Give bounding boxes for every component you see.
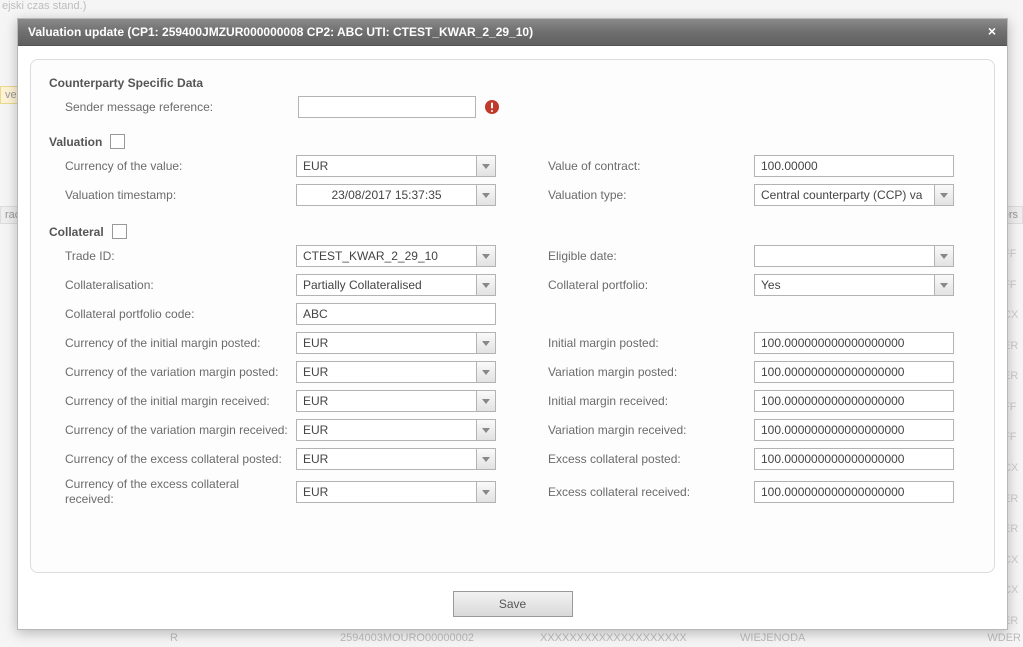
chevron-down-icon[interactable] [476, 419, 496, 441]
bg-cell: WDER [987, 632, 1021, 644]
bg-cell: WIEJENODA [740, 632, 805, 644]
label-excess-coll-recv: Excess collateral received: [538, 485, 748, 499]
value-contract-input[interactable] [754, 155, 954, 177]
cur-excess-coll-posted-input[interactable] [296, 448, 476, 470]
bg-cell: 2594003MOURO00000002 [340, 632, 474, 644]
valuation-checkbox[interactable] [110, 134, 125, 149]
label-var-margin-recv: Variation margin received: [538, 423, 748, 437]
label-valuation-timestamp: Valuation timestamp: [65, 188, 290, 203]
bg-cell: XXXXXXXXXXXXXXXXXXXX [540, 632, 687, 644]
section-collateral-label: Collateral [49, 225, 104, 239]
cur-var-margin-posted-input[interactable] [296, 361, 476, 383]
label-init-margin-recv: Initial margin received: [538, 394, 748, 408]
label-collateral-portfolio: Collateral portfolio: [538, 278, 748, 292]
collateral-portfolio-input[interactable] [754, 274, 934, 296]
form-panel: Counterparty Specific Data Sender messag… [30, 59, 995, 573]
label-cur-var-margin-posted: Currency of the variation margin posted: [65, 365, 290, 380]
label-sender-msg-ref: Sender message reference: [65, 100, 290, 114]
init-margin-recv-input[interactable] [754, 390, 954, 412]
cur-excess-coll-recv-input[interactable] [296, 481, 476, 503]
modal-valuation-update: Valuation update (CP1: 259400JMZUR000000… [17, 18, 1008, 630]
label-currency-value: Currency of the value: [65, 159, 290, 174]
chevron-down-icon[interactable] [476, 245, 496, 267]
cur-var-margin-posted-select[interactable] [296, 361, 496, 383]
label-collateral-portfolio-code: Collateral portfolio code: [65, 307, 290, 322]
label-trade-id: Trade ID: [65, 249, 290, 264]
collateral-checkbox[interactable] [112, 224, 127, 239]
excess-coll-posted-input[interactable] [754, 448, 954, 470]
label-value-contract: Value of contract: [538, 159, 748, 173]
chevron-down-icon[interactable] [476, 481, 496, 503]
chevron-down-icon[interactable] [934, 184, 954, 206]
section-valuation-label: Valuation [49, 135, 102, 149]
chevron-down-icon[interactable] [476, 390, 496, 412]
eligible-date-select[interactable] [754, 245, 954, 267]
section-collateral: Collateral [49, 224, 127, 239]
sender-msg-ref-input[interactable] [298, 96, 476, 118]
close-button[interactable]: × [983, 23, 1001, 41]
modal-titlebar: Valuation update (CP1: 259400JMZUR000000… [18, 19, 1007, 46]
valuation-type-select[interactable] [754, 184, 954, 206]
currency-value-input[interactable] [296, 155, 476, 177]
label-cur-excess-coll-recv: Currency of the excess collateral receiv… [65, 477, 290, 507]
eligible-date-input[interactable] [754, 245, 934, 267]
collateral-portfolio-select[interactable] [754, 274, 954, 296]
cur-var-margin-recv-input[interactable] [296, 419, 476, 441]
init-margin-posted-input[interactable] [754, 332, 954, 354]
chevron-down-icon[interactable] [476, 361, 496, 383]
label-init-margin-posted: Initial margin posted: [538, 336, 748, 350]
cur-excess-coll-recv-select[interactable] [296, 481, 496, 503]
valuation-timestamp-input[interactable] [296, 184, 476, 206]
label-var-margin-posted: Variation margin posted: [538, 365, 748, 379]
bg-text: ejski czas stand.) [2, 0, 86, 12]
currency-value-select[interactable] [296, 155, 496, 177]
var-margin-recv-input[interactable] [754, 419, 954, 441]
chevron-down-icon[interactable] [476, 184, 496, 206]
chevron-down-icon[interactable] [476, 274, 496, 296]
chevron-down-icon[interactable] [476, 155, 496, 177]
cur-var-margin-recv-select[interactable] [296, 419, 496, 441]
valuation-timestamp-field[interactable] [296, 184, 496, 206]
chevron-down-icon[interactable] [934, 245, 954, 267]
bg-cell: R [170, 632, 178, 644]
section-counterparty-data: Counterparty Specific Data [49, 76, 976, 90]
excess-coll-recv-input[interactable] [754, 481, 954, 503]
cur-init-margin-posted-input[interactable] [296, 332, 476, 354]
collateral-portfolio-code-input[interactable] [296, 303, 496, 325]
chevron-down-icon[interactable] [476, 332, 496, 354]
chevron-down-icon[interactable] [476, 448, 496, 470]
error-icon [484, 99, 500, 115]
label-cur-var-margin-recv: Currency of the variation margin receive… [65, 423, 290, 438]
label-cur-init-margin-posted: Currency of the initial margin posted: [65, 336, 290, 351]
trade-id-input[interactable] [296, 245, 476, 267]
trade-id-select[interactable] [296, 245, 496, 267]
modal-title-text: Valuation update (CP1: 259400JMZUR000000… [28, 25, 533, 39]
chevron-down-icon[interactable] [934, 274, 954, 296]
collateralisation-select[interactable] [296, 274, 496, 296]
cur-init-margin-posted-select[interactable] [296, 332, 496, 354]
label-eligible-date: Eligible date: [538, 249, 748, 263]
valuation-type-input[interactable] [754, 184, 934, 206]
cur-init-margin-recv-select[interactable] [296, 390, 496, 412]
section-valuation: Valuation [49, 134, 125, 149]
cur-init-margin-recv-input[interactable] [296, 390, 476, 412]
var-margin-posted-input[interactable] [754, 361, 954, 383]
label-cur-init-margin-recv: Currency of the initial margin received: [65, 394, 290, 409]
label-valuation-type: Valuation type: [538, 188, 748, 202]
label-collateralisation: Collateralisation: [65, 278, 290, 293]
collateralisation-input[interactable] [296, 274, 476, 296]
cur-excess-coll-posted-select[interactable] [296, 448, 496, 470]
label-cur-excess-coll-posted: Currency of the excess collateral posted… [65, 452, 290, 467]
label-excess-coll-posted: Excess collateral posted: [538, 452, 748, 466]
save-button[interactable]: Save [453, 591, 573, 617]
